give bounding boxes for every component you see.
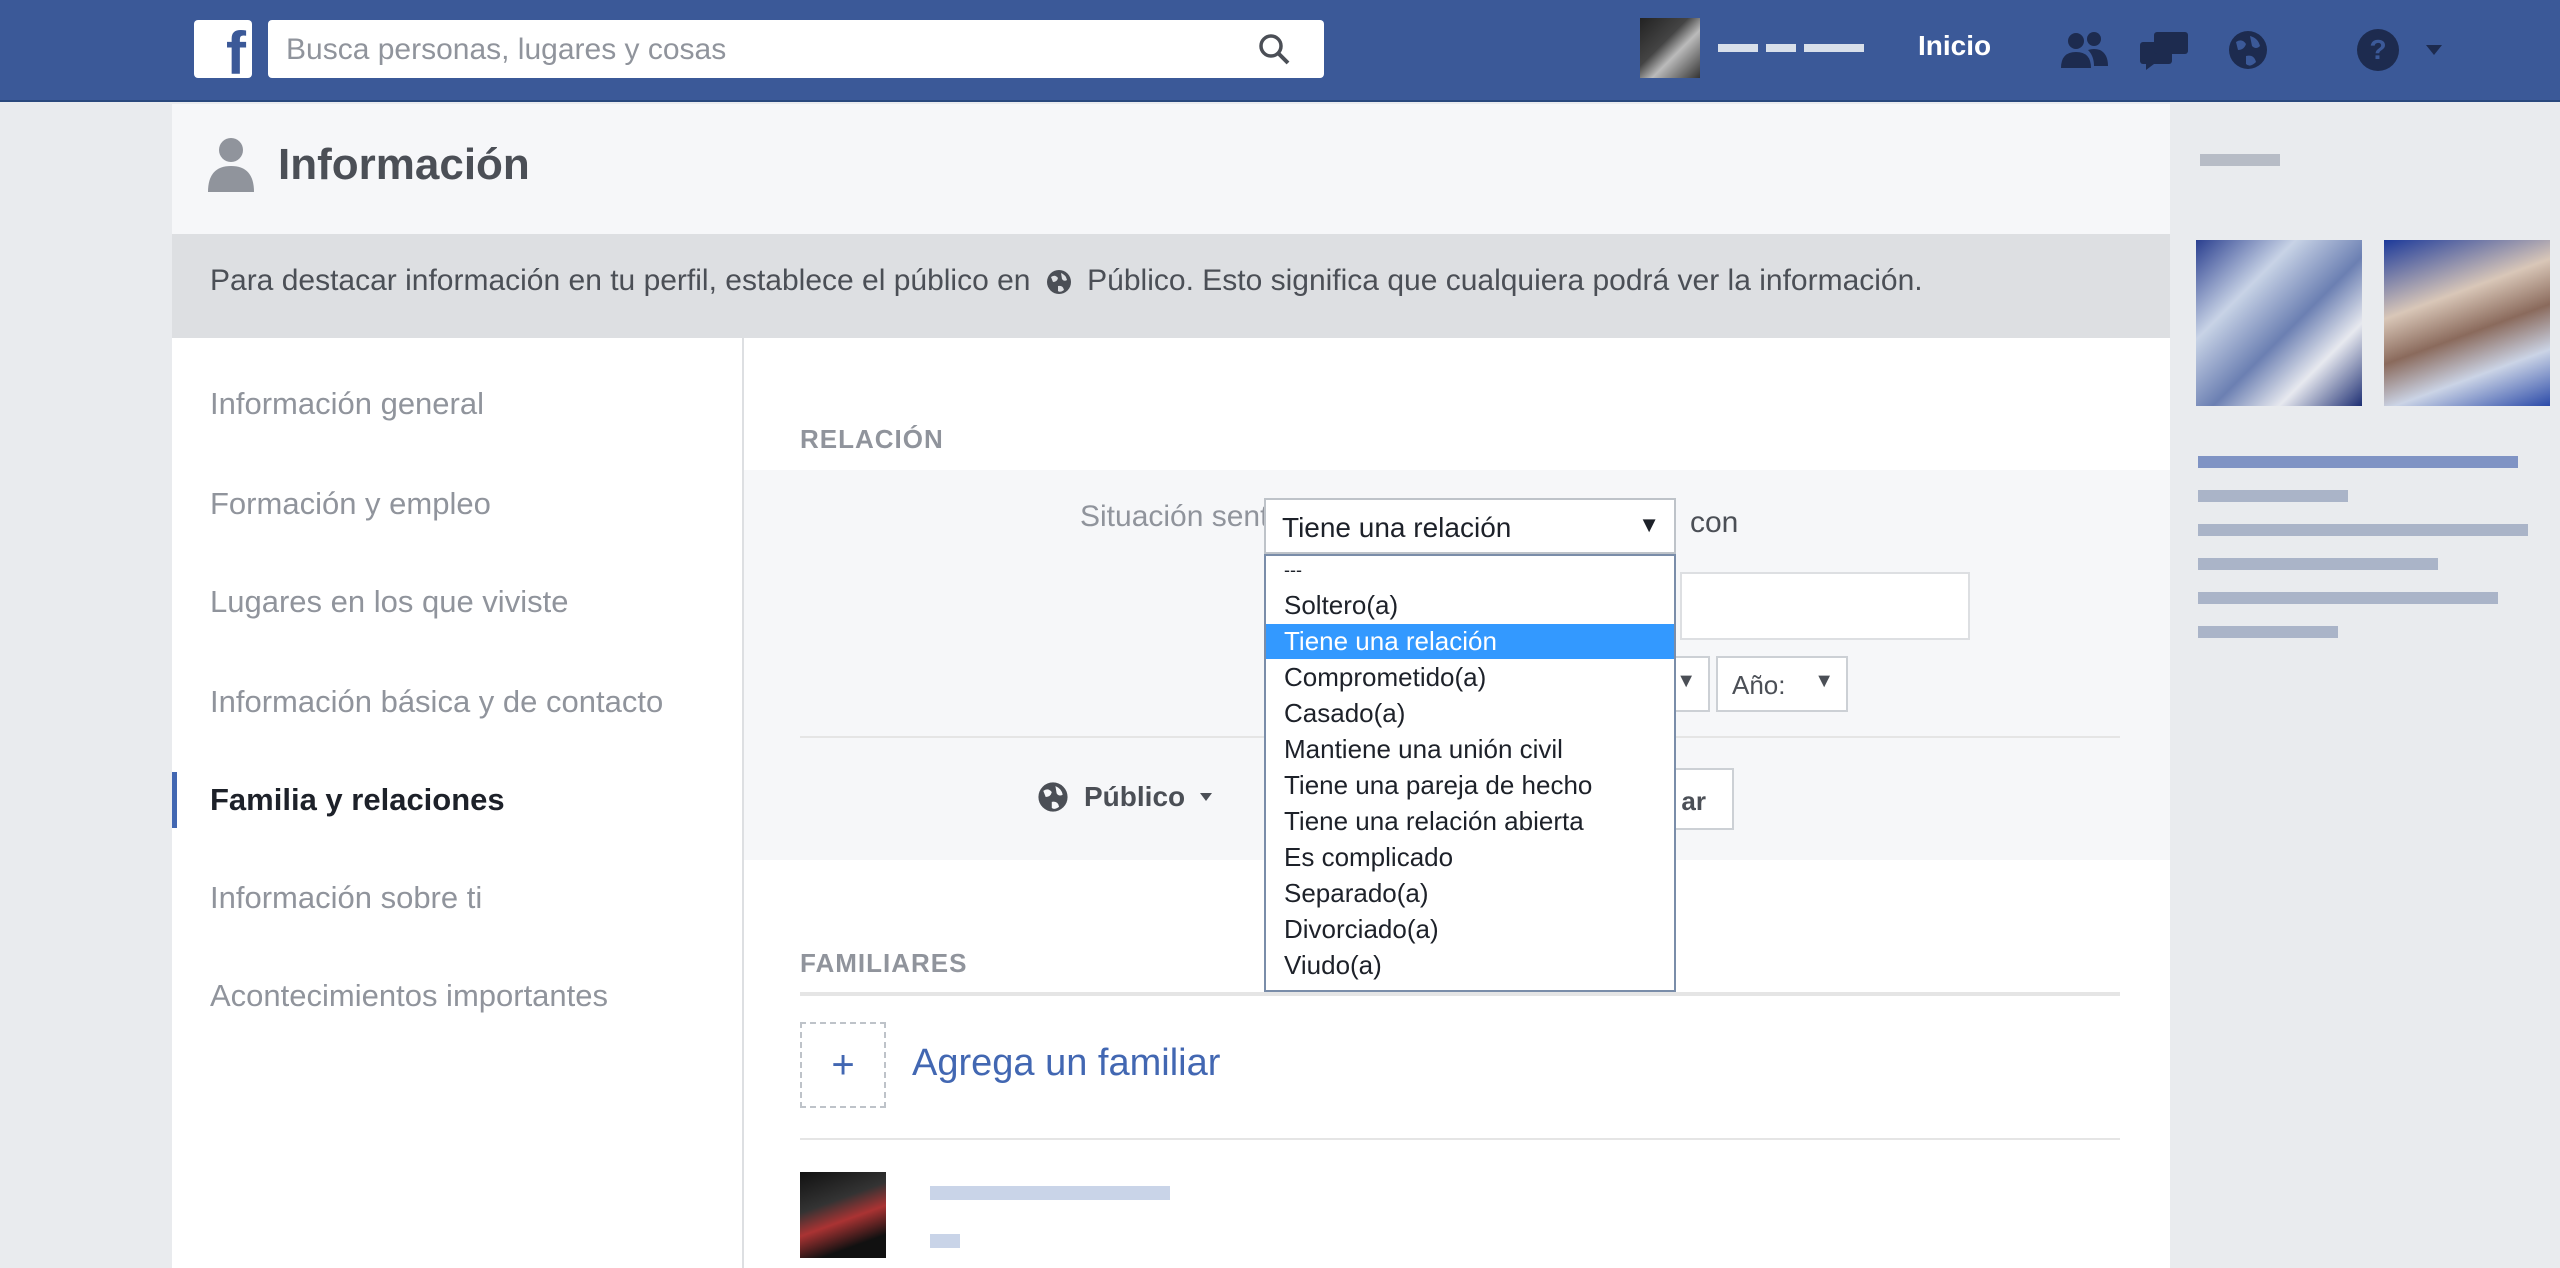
nav-item-details-about-you[interactable]: Información sobre ti — [210, 880, 482, 916]
plus-icon: + — [831, 1042, 855, 1087]
globe-icon — [2229, 31, 2267, 69]
privacy-notice-banner: Para destacar información en tu perfil, … — [172, 234, 2170, 338]
privacy-notice-text: Para destacar información en tu perfil, … — [210, 264, 1923, 298]
dropdown-option[interactable]: Divorciado(a) — [1266, 912, 1674, 947]
add-family-button[interactable]: + — [800, 1022, 886, 1108]
sponsored-line-blurred — [2198, 592, 2498, 604]
sponsored-line-blurred — [2198, 626, 2338, 638]
relationship-status-select[interactable]: Tiene una relación ▼ — [1264, 498, 1676, 554]
dropdown-option[interactable]: Viudo(a) — [1266, 948, 1674, 983]
photo-thumbnail[interactable] — [2384, 240, 2550, 406]
nav-item-life-events[interactable]: Acontecimientos importantes — [210, 978, 608, 1014]
notifications-button[interactable] — [2222, 24, 2274, 76]
audience-label: Público — [1084, 781, 1186, 812]
friends-icon — [2061, 32, 2108, 68]
nav-item-family-relationships[interactable]: Familia y relaciones — [210, 782, 505, 818]
account-menu-button[interactable] — [2414, 24, 2454, 76]
profile-name-blurred[interactable] — [1718, 38, 1868, 58]
dropdown-option[interactable]: Casado(a) — [1266, 696, 1674, 731]
year-select[interactable]: Año: ▼ — [1716, 656, 1848, 712]
section-header: Información — [172, 104, 2170, 235]
dropdown-option-selected[interactable]: Tiene una relación — [1266, 624, 1674, 659]
audience-selector[interactable]: Público — [1036, 780, 1213, 814]
family-member-name-blurred[interactable] — [930, 1186, 1170, 1200]
friend-requests-button[interactable] — [2058, 24, 2110, 76]
sponsored-line-blurred[interactable] — [2198, 456, 2518, 468]
sponsored-line-blurred — [2198, 558, 2438, 570]
nav-item-work-education[interactable]: Formación y empleo — [210, 486, 491, 522]
about-sidebar: Información general Formación y empleo L… — [172, 338, 744, 1268]
con-label: con — [1690, 506, 1739, 539]
family-section-label: FAMILIARES — [800, 948, 968, 978]
search-box — [268, 20, 1324, 80]
save-button-label: ar — [1681, 786, 1706, 816]
notice-text-suffix: Público. Esto significa que cualquiera p… — [1087, 264, 1923, 297]
year-select-label: Año: — [1732, 670, 1786, 700]
search-input[interactable] — [284, 20, 1228, 80]
divider — [800, 994, 2120, 996]
dropdown-option[interactable]: Separado(a) — [1266, 876, 1674, 911]
divider — [800, 1138, 2120, 1140]
about-content-card: Información general Formación y empleo L… — [172, 338, 2170, 1268]
help-icon: ? — [2357, 29, 2399, 71]
dropdown-option[interactable]: Es complicado — [1266, 840, 1674, 875]
public-globe-icon — [1038, 782, 1068, 812]
public-globe-icon — [1046, 270, 1071, 295]
caret-down-icon — [2426, 45, 2442, 55]
help-button[interactable]: ? — [2352, 24, 2404, 76]
family-member-relation-blurred — [930, 1234, 960, 1248]
active-nav-indicator — [172, 772, 177, 828]
search-button[interactable] — [1224, 20, 1324, 78]
person-icon — [208, 138, 254, 192]
nav-item-overview[interactable]: Información general — [210, 386, 484, 422]
facebook-logo[interactable]: f — [194, 20, 252, 84]
search-icon — [1259, 34, 1290, 65]
nav-item-contact-basic-info[interactable]: Información básica y de contacto — [210, 684, 663, 720]
messages-button[interactable] — [2138, 24, 2190, 76]
top-navigation-bar: f Inicio ? — [0, 0, 2560, 102]
sponsored-line-blurred — [2198, 524, 2528, 536]
profile-avatar[interactable] — [1640, 18, 1700, 78]
add-family-link[interactable]: Agrega un familiar — [912, 1042, 1220, 1085]
svg-text:?: ? — [2369, 34, 2386, 65]
dropdown-option[interactable]: Tiene una relación abierta — [1266, 804, 1674, 839]
right-column — [2170, 104, 2560, 1268]
dropdown-option[interactable]: Mantiene una unión civil — [1266, 732, 1674, 767]
day-select[interactable]: ▼ — [1670, 656, 1710, 712]
photo-thumbnail[interactable] — [2196, 240, 2362, 406]
chevron-down-icon: ▼ — [1638, 512, 1660, 537]
nav-item-places[interactable]: Lugares en los que viviste — [210, 584, 568, 620]
sponsored-line-blurred — [2198, 490, 2348, 502]
family-member-avatar[interactable] — [800, 1172, 886, 1258]
home-link[interactable]: Inicio — [1918, 30, 1991, 62]
dropdown-option[interactable]: --- — [1266, 558, 1674, 582]
relationship-status-value: Tiene una relación — [1282, 512, 1512, 543]
caret-down-icon — [1200, 793, 1213, 801]
relationship-section-label: RELACIÓN — [800, 424, 944, 454]
dropdown-option[interactable]: Comprometido(a) — [1266, 660, 1674, 695]
messages-icon — [2140, 32, 2188, 70]
dropdown-option[interactable]: Soltero(a) — [1266, 588, 1674, 623]
relationship-status-dropdown: --- Soltero(a) Tiene una relación Compro… — [1264, 554, 1676, 992]
notice-text-prefix: Para destacar información en tu perfil, … — [210, 264, 1031, 297]
page-title: Información — [278, 140, 530, 189]
dropdown-option[interactable]: Tiene una pareja de hecho — [1266, 768, 1674, 803]
partner-name-input[interactable] — [1680, 572, 1970, 640]
right-column-label-blurred — [2200, 154, 2280, 166]
